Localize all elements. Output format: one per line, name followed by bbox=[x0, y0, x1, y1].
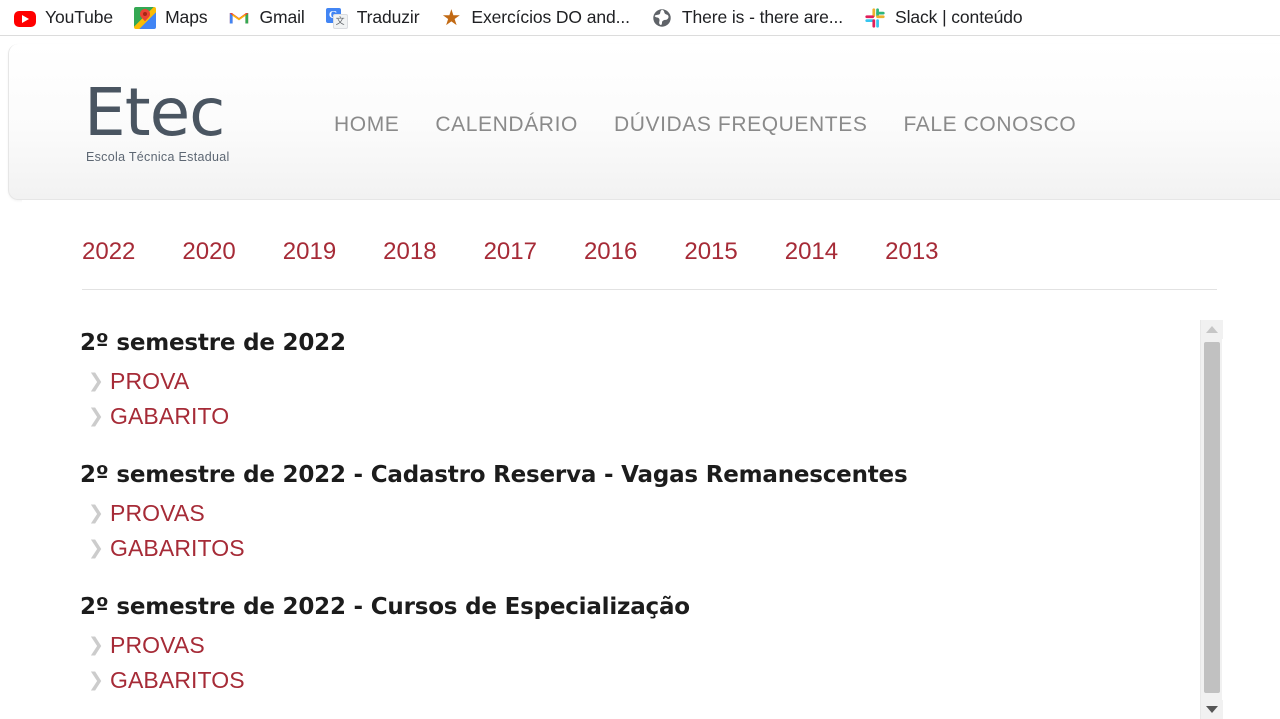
nav-item-calendario[interactable]: CALENDÁRIO bbox=[435, 113, 578, 137]
bookmark-label: Gmail bbox=[259, 7, 305, 27]
bookmark-exercicios[interactable]: ★ Exercícios DO and... bbox=[436, 4, 636, 32]
year-tab-2020[interactable]: 2020 bbox=[182, 232, 235, 272]
chevron-up-icon bbox=[1206, 326, 1218, 333]
logo-wordmark: Etec bbox=[84, 73, 225, 151]
section-title: 2º semestre de 2022 - Cursos de Especial… bbox=[80, 594, 690, 620]
section-title: 2º semestre de 2022 - Cadastro Reserva -… bbox=[80, 462, 908, 488]
bookmark-label: Maps bbox=[165, 7, 208, 27]
chevron-right-icon: ❯ bbox=[88, 669, 104, 691]
list-item[interactable]: ❯ GABARITOS bbox=[80, 663, 1220, 698]
list-item[interactable]: ❯ GABARITOS bbox=[80, 531, 1220, 566]
exam-section: 2º semestre de 2022 - Cadastro Reserva -… bbox=[80, 462, 1220, 566]
etec-logo[interactable]: Etec Escola Técnica Estadual bbox=[84, 73, 274, 164]
bookmark-traduzir[interactable]: Traduzir bbox=[322, 4, 427, 32]
site-header: Etec Escola Técnica Estadual HOME CALEND… bbox=[8, 44, 1280, 200]
bookmark-label: There is - there are... bbox=[681, 7, 844, 27]
bookmark-label: Traduzir bbox=[356, 7, 420, 27]
chevron-right-icon: ❯ bbox=[88, 405, 104, 427]
logo-tagline: Escola Técnica Estadual bbox=[86, 149, 230, 164]
bookmark-label: YouTube bbox=[45, 7, 114, 27]
scrollbar-up-button[interactable] bbox=[1201, 320, 1223, 339]
chevron-right-icon: ❯ bbox=[88, 634, 104, 656]
page-body: 2022 2020 2019 2018 2017 2016 2015 2014 … bbox=[22, 200, 1280, 719]
star-icon: ★ bbox=[441, 4, 462, 30]
exam-section: 2º semestre de 2022 ❯ PROVA ❯ GABARITO bbox=[80, 330, 1220, 434]
bookmark-label: Exercícios DO and... bbox=[471, 7, 630, 27]
year-tab-2019[interactable]: 2019 bbox=[283, 232, 336, 272]
bookmark-gmail[interactable]: Gmail bbox=[224, 4, 311, 32]
exam-section: 2º semestre de 2022 - Cursos de Especial… bbox=[80, 594, 1220, 698]
document-link[interactable]: PROVAS bbox=[110, 500, 205, 527]
year-tab-2014[interactable]: 2014 bbox=[785, 232, 838, 272]
document-link[interactable]: GABARITOS bbox=[110, 667, 245, 694]
nav-item-fale-conosco[interactable]: FALE CONOSCO bbox=[903, 113, 1076, 137]
exam-list-scroll-region[interactable]: 2º semestre de 2022 ❯ PROVA ❯ GABARITO 2… bbox=[80, 312, 1220, 719]
chevron-down-icon bbox=[1206, 706, 1218, 713]
document-link[interactable]: PROVAS bbox=[110, 632, 205, 659]
chevron-right-icon: ❯ bbox=[88, 370, 104, 392]
section-title: 2º semestre de 2022 bbox=[80, 330, 346, 356]
main-navigation: HOME CALENDÁRIO DÚVIDAS FREQUENTES FALE … bbox=[334, 113, 1076, 137]
nav-item-home[interactable]: HOME bbox=[334, 113, 399, 137]
gmail-icon bbox=[228, 7, 250, 29]
chevron-right-icon: ❯ bbox=[88, 537, 104, 559]
scrollbar-thumb[interactable] bbox=[1204, 342, 1220, 693]
year-tab-2015[interactable]: 2015 bbox=[684, 232, 737, 272]
scrollbar-down-button[interactable] bbox=[1201, 700, 1223, 719]
list-item[interactable]: ❯ PROVA bbox=[80, 364, 1220, 399]
year-tab-2022[interactable]: 2022 bbox=[82, 232, 135, 272]
bookmark-slack[interactable]: Slack | conteúdo bbox=[860, 4, 1029, 32]
content-scrollbar[interactable] bbox=[1200, 320, 1223, 719]
google-maps-icon bbox=[134, 6, 157, 29]
document-link[interactable]: GABARITOS bbox=[110, 535, 245, 562]
list-item[interactable]: ❯ GABARITO bbox=[80, 399, 1220, 434]
list-item[interactable]: ❯ PROVAS bbox=[80, 496, 1220, 531]
document-link[interactable]: PROVA bbox=[110, 368, 189, 395]
year-tab-2013[interactable]: 2013 bbox=[885, 232, 938, 272]
bookmark-maps[interactable]: Maps bbox=[130, 4, 214, 32]
slack-icon bbox=[864, 7, 886, 29]
globe-icon bbox=[651, 7, 673, 29]
year-tab-list: 2022 2020 2019 2018 2017 2016 2015 2014 … bbox=[82, 232, 1217, 290]
bookmark-youtube[interactable]: YouTube bbox=[10, 4, 120, 32]
nav-item-duvidas-frequentes[interactable]: DÚVIDAS FREQUENTES bbox=[614, 113, 868, 137]
list-item[interactable]: ❯ PROVAS bbox=[80, 628, 1220, 663]
bookmark-label: Slack | conteúdo bbox=[895, 7, 1023, 27]
year-tab-2016[interactable]: 2016 bbox=[584, 232, 637, 272]
browser-bookmarks-bar: YouTube Maps Gmail Traduzir ★ Exercícios… bbox=[0, 0, 1280, 36]
bookmark-there-is-there-are[interactable]: There is - there are... bbox=[647, 4, 850, 32]
chevron-right-icon: ❯ bbox=[88, 502, 104, 524]
document-link[interactable]: GABARITO bbox=[110, 403, 229, 430]
year-tab-2018[interactable]: 2018 bbox=[383, 232, 436, 272]
youtube-icon bbox=[14, 11, 36, 27]
google-translate-icon bbox=[325, 7, 348, 29]
year-tab-2017[interactable]: 2017 bbox=[484, 232, 537, 272]
